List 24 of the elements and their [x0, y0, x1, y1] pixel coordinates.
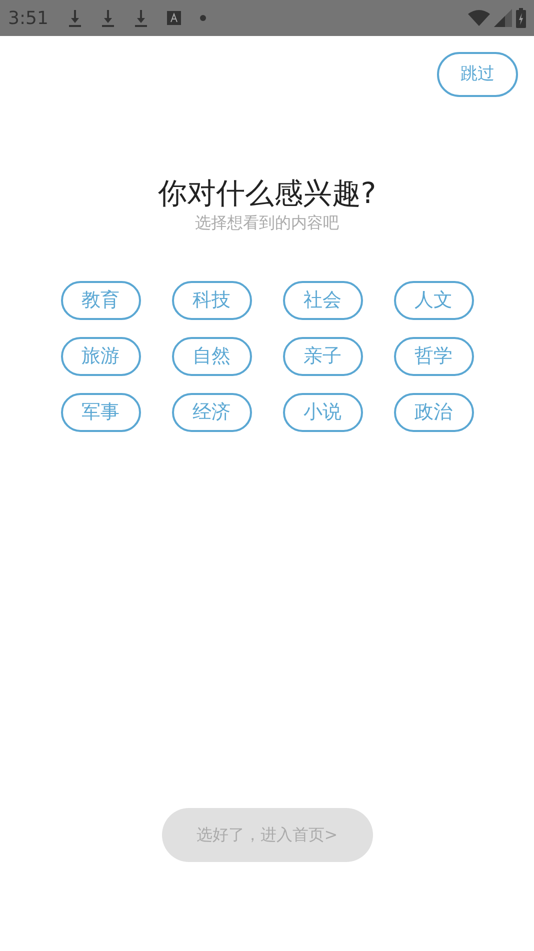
download-icon: [101, 9, 116, 27]
battery-icon: [516, 8, 526, 28]
wifi-icon: [468, 10, 490, 26]
topic-tag[interactable]: 自然: [172, 337, 252, 376]
topic-tag[interactable]: 旅游: [60, 337, 140, 376]
page-subtitle: 选择想看到的内容吧: [195, 213, 339, 233]
keyboard-icon: [167, 11, 182, 25]
signal-icon: [494, 9, 512, 27]
topic-tag[interactable]: 军事: [60, 393, 140, 432]
topic-tag[interactable]: 哲学: [394, 337, 474, 376]
skip-button[interactable]: 跳过: [437, 52, 518, 97]
topic-tag[interactable]: 小说: [282, 393, 362, 432]
download-icon: [134, 9, 148, 27]
topic-tag[interactable]: 人文: [394, 281, 474, 320]
dot-icon: [200, 15, 206, 21]
topic-tag[interactable]: 经济: [172, 393, 252, 432]
topic-tag[interactable]: 教育: [60, 281, 140, 320]
topic-tag[interactable]: 科技: [172, 281, 252, 320]
status-time: 3:51: [8, 6, 48, 30]
page-title: 你对什么感兴趣?: [158, 175, 376, 212]
topic-tag[interactable]: 亲子: [282, 337, 362, 376]
topic-tag[interactable]: 政治: [394, 393, 474, 432]
download-icon: [68, 9, 82, 27]
topic-tag[interactable]: 社会: [282, 281, 362, 320]
